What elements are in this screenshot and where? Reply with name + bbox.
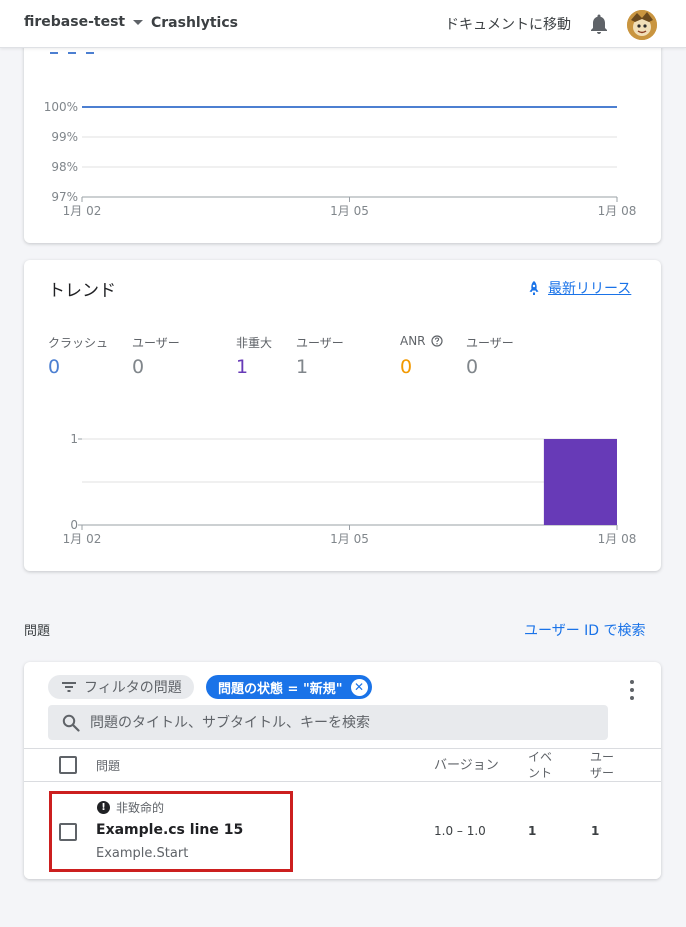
bar <box>543 439 617 525</box>
crash-free-card: 97% 98% 99% 100% 1月 02 1月 05 1月 08 <box>24 30 661 243</box>
project-selector[interactable]: firebase-test <box>24 14 144 30</box>
events-column-header[interactable]: イベ ント <box>528 749 552 781</box>
y-tick-label: 98% <box>51 160 78 174</box>
x-tick-label: 1月 08 <box>598 532 637 546</box>
alert-icon: ! <box>97 801 110 814</box>
issue-title[interactable]: Example.cs line 15 <box>96 822 243 838</box>
issue-search-field[interactable] <box>48 705 608 740</box>
breadcrumb[interactable]: Crashlytics <box>151 15 238 31</box>
chevron-down-icon <box>133 19 144 25</box>
project-name: firebase-test <box>24 14 126 30</box>
trends-card: トレンド 最新リリース クラッシュ 0 ユーザー 0 非重大 1 ユーザー 1 … <box>24 260 661 571</box>
x-tick-label: 1月 08 <box>598 204 637 218</box>
bell-icon[interactable] <box>589 13 609 35</box>
filter-issues-label: フィルタの問題 <box>84 680 182 696</box>
severity-label: 非致命的 <box>116 801 165 815</box>
y-tick-label: 0 <box>70 518 78 532</box>
severity-badge: ! 非致命的 <box>97 799 164 816</box>
more-vert-icon[interactable] <box>628 680 636 700</box>
filter-issues-chip[interactable]: フィルタの問題 <box>48 675 194 699</box>
table-row[interactable]: ! 非致命的 Example.cs line 15 Example.Start … <box>24 782 661 879</box>
y-tick-label: 100% <box>44 100 78 114</box>
issues-section-title: 問題 <box>24 624 51 639</box>
y-tick-label: 97% <box>51 190 78 204</box>
users-header-line1: ユー <box>590 750 615 764</box>
x-tick-label: 1月 02 <box>63 532 102 546</box>
issue-subtitle: Example.Start <box>96 846 189 861</box>
issue-events: 1 <box>528 824 537 838</box>
issue-column-header[interactable]: 問題 <box>96 758 120 774</box>
row-checkbox[interactable] <box>59 823 77 841</box>
search-icon <box>62 714 80 732</box>
events-header-line1: イベ <box>528 750 553 764</box>
version-column-header[interactable]: バージョン <box>434 758 499 774</box>
trends-bar-chart: 0 1 1月 02 1月 05 1月 08 <box>63 432 637 546</box>
issues-card: フィルタの問題 問題の状態 = "新規" ✕ 問題 バージョン イベ ント ユー… <box>24 662 661 879</box>
filter-icon <box>62 682 76 692</box>
x-tick-label: 1月 05 <box>330 532 369 546</box>
x-tick-label: 1月 05 <box>330 204 369 218</box>
x-tick-label: 1月 02 <box>63 204 102 218</box>
user-avatar[interactable] <box>627 10 657 40</box>
close-icon[interactable]: ✕ <box>350 678 368 696</box>
issue-version: 1.0 – 1.0 <box>434 824 486 838</box>
events-header-line2: ント <box>528 766 553 780</box>
users-column-header[interactable]: ユー ザー <box>590 749 614 781</box>
y-tick-label: 1 <box>70 432 78 446</box>
issue-status-label: 問題の状態 = "新規" <box>218 681 343 697</box>
users-header-line2: ザー <box>590 766 615 780</box>
search-by-user-id-link[interactable]: ユーザー ID で検索 <box>524 620 646 640</box>
y-tick-label: 99% <box>51 130 78 144</box>
select-all-checkbox[interactable] <box>59 756 77 774</box>
issue-status-chip[interactable]: 問題の状態 = "新規" ✕ <box>206 675 372 699</box>
top-app-bar: firebase-test Crashlytics ドキュメントに移動 <box>0 0 686 48</box>
crash-free-line-chart: 97% 98% 99% 100% 1月 02 1月 05 1月 08 <box>44 100 637 218</box>
docs-link[interactable]: ドキュメントに移動 <box>445 14 571 34</box>
issue-users: 1 <box>591 824 600 838</box>
issues-table-header: 問題 バージョン イベ ント ユー ザー <box>24 748 661 782</box>
issue-search-input[interactable] <box>90 714 570 731</box>
